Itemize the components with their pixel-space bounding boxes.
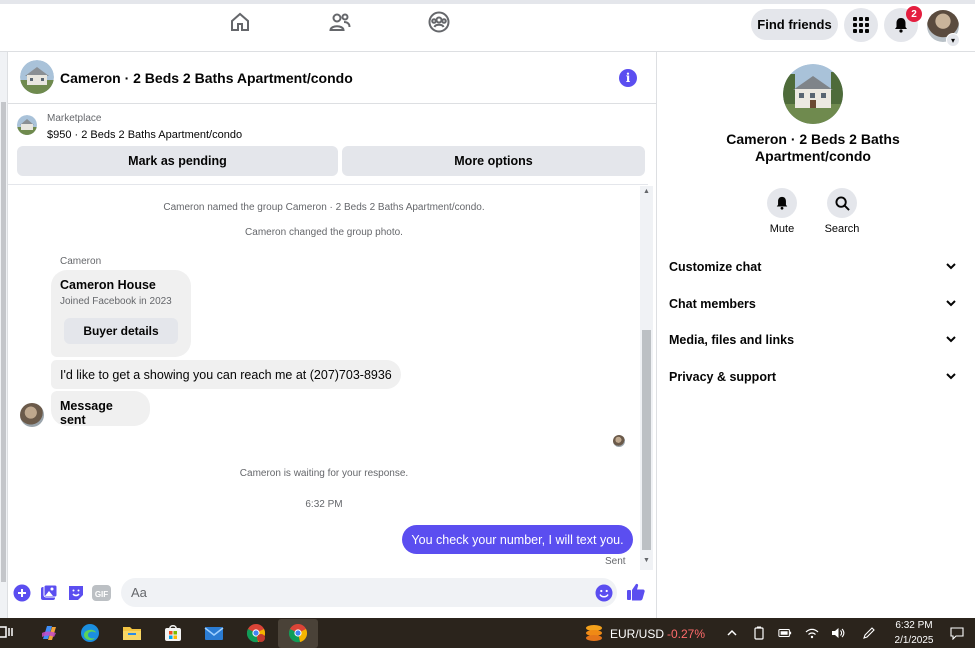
info-icon[interactable]: i — [619, 69, 637, 87]
waiting-notice: Cameron is waiting for your response. — [239, 468, 409, 479]
panel-title: Cameron · 2 Beds 2 Baths Apartment/condo — [726, 131, 900, 164]
message-bubble[interactable]: I'd like to get a showing you can reach … — [51, 360, 401, 389]
more-options-button[interactable]: More options — [342, 146, 645, 176]
chevron-up-icon[interactable] — [725, 626, 739, 640]
sent-status: Sent — [605, 556, 626, 567]
system-message: Cameron named the group Cameron · 2 Beds… — [163, 202, 485, 213]
battery-saver-icon[interactable] — [752, 626, 766, 640]
section-label: Chat members — [669, 297, 756, 311]
chevron-down-icon[interactable]: ▾ — [946, 33, 960, 47]
system-message: Cameron changed the group photo. — [245, 227, 403, 238]
mute-label: Mute — [769, 223, 795, 235]
section-label: Privacy & support — [669, 370, 776, 384]
chevron-down-icon — [946, 263, 956, 270]
currency-icon[interactable] — [585, 623, 603, 643]
windows-taskbar — [0, 618, 975, 648]
groups-icon[interactable] — [427, 10, 451, 34]
buyer-name: Cameron House — [60, 278, 156, 292]
chat-avatar[interactable] — [20, 60, 54, 94]
clock-time[interactable]: 6:32 PM — [880, 620, 948, 631]
task-view-icon[interactable] — [0, 625, 14, 645]
sender-name: Cameron — [60, 256, 102, 267]
notifications-icon[interactable] — [950, 626, 964, 640]
chat-title: Cameron · 2 Beds 2 Baths Apartment/condo — [60, 70, 353, 86]
plus-icon[interactable] — [12, 583, 32, 603]
seen-indicator-avatar — [613, 435, 625, 447]
ticker-name[interactable]: EUR/USD — [610, 627, 664, 641]
chevron-down-icon — [946, 336, 956, 343]
buyer-details-button[interactable]: Buyer details — [64, 318, 178, 344]
svg-text:GIF: GIF — [95, 590, 108, 599]
scroll-down-icon[interactable]: ▼ — [642, 557, 651, 564]
emoji-icon[interactable] — [594, 583, 614, 603]
message-bubble[interactable]: Message sent — [51, 391, 150, 427]
scrollbar-thumb[interactable] — [1, 102, 6, 582]
section-privacy-support[interactable]: Privacy & support — [657, 360, 975, 396]
pen-icon[interactable] — [862, 626, 876, 640]
listing-thumbnail[interactable] — [17, 115, 37, 135]
buyer-profile-card: Cameron House Joined Facebook in 2023 Bu… — [51, 270, 191, 357]
chevron-down-icon — [946, 373, 956, 380]
search-icon — [834, 195, 850, 211]
chat-header: Cameron · 2 Beds 2 Baths Apartment/condo… — [8, 52, 656, 104]
chrome-profile-icon[interactable] — [246, 623, 266, 643]
scrollbar-thumb[interactable] — [642, 330, 651, 550]
mail-icon[interactable] — [204, 623, 224, 643]
section-label: Media, files and links — [669, 333, 795, 347]
volume-icon[interactable] — [831, 626, 845, 640]
group-photo[interactable] — [783, 64, 843, 124]
section-customize-chat[interactable]: Customize chat — [657, 250, 975, 286]
sticker-icon[interactable] — [66, 583, 86, 603]
clock-date[interactable]: 2/1/2025 — [880, 635, 948, 646]
sender-avatar[interactable] — [20, 403, 44, 427]
menu-grid-icon[interactable] — [844, 8, 878, 42]
copilot-icon[interactable] — [39, 623, 59, 643]
photo-icon[interactable] — [39, 583, 59, 603]
chat-scrollbar[interactable]: ▲ ▼ — [640, 186, 653, 570]
section-media-files-links[interactable]: Media, files and links — [657, 323, 975, 359]
chrome-icon[interactable] — [288, 623, 308, 643]
find-friends-button[interactable]: Find friends — [751, 9, 838, 40]
my-message-bubble[interactable]: You check your number, I will text you. — [402, 525, 633, 554]
battery-icon[interactable] — [778, 626, 792, 640]
search-label: Search — [824, 223, 860, 235]
mark-as-pending-button[interactable]: Mark as pending — [17, 146, 338, 176]
bell-icon — [776, 196, 788, 210]
message-timestamp: 6:32 PM — [305, 499, 343, 510]
scroll-up-icon[interactable]: ▲ — [642, 188, 651, 195]
gif-icon[interactable]: GIF — [92, 583, 112, 603]
message-input[interactable] — [121, 578, 617, 607]
notification-badge: 2 — [906, 6, 922, 22]
marketplace-label: Marketplace — [47, 113, 102, 124]
search-button[interactable] — [827, 188, 857, 218]
section-label: Customize chat — [669, 260, 762, 274]
ticker-change[interactable]: -0.27% — [667, 627, 705, 641]
mute-button[interactable] — [767, 188, 797, 218]
store-icon[interactable] — [163, 623, 183, 643]
home-icon[interactable] — [228, 10, 252, 34]
friends-icon[interactable] — [328, 10, 352, 34]
buyer-joined: Joined Facebook in 2023 — [60, 296, 172, 307]
left-scrollbar[interactable] — [0, 52, 8, 618]
listing-price[interactable]: $950 · 2 Beds 2 Baths Apartment/condo — [47, 129, 242, 141]
like-icon[interactable] — [626, 582, 646, 602]
section-chat-members[interactable]: Chat members — [657, 287, 975, 323]
chevron-down-icon — [946, 300, 956, 307]
file-explorer-icon[interactable] — [122, 623, 142, 643]
edge-icon[interactable] — [80, 623, 100, 643]
wifi-icon[interactable] — [805, 626, 819, 640]
